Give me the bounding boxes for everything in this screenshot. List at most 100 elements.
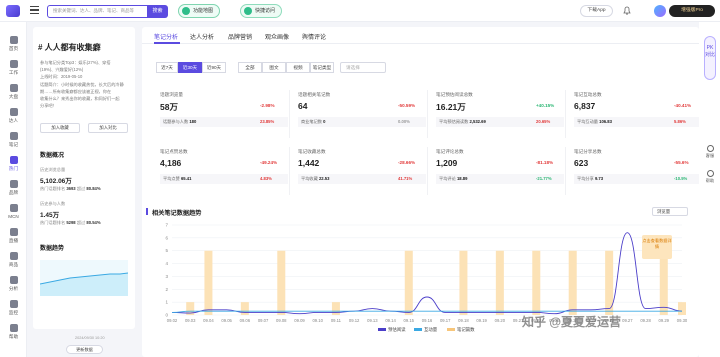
legend-interactions[interactable]: 互动量 (414, 327, 437, 333)
tab-kol-analysis[interactable]: 达人分析 (190, 32, 214, 41)
legend-notes[interactable]: 笔记篇数 (447, 327, 475, 333)
metric-card: 话题浏览量 58万 -2.98% 话题参与人数 180 23.85% (160, 90, 290, 138)
sub-value: 106.83 (599, 119, 612, 124)
type-note[interactable]: 笔记类型 (310, 62, 334, 73)
legend-reads[interactable]: 预估阅读 (378, 327, 406, 333)
menu-icon[interactable] (30, 6, 39, 15)
type-video[interactable]: 视频 (286, 62, 310, 73)
avatar[interactable] (654, 5, 666, 17)
update-time: 2024/09/30 10:20 (75, 336, 105, 340)
group-icon (9, 204, 18, 212)
feature-map-label: 功能地图 (193, 8, 214, 14)
metric-change: -40.41% (674, 103, 692, 108)
watermark: 知乎 @夏夏爱运营 (522, 315, 622, 329)
nav-goods[interactable]: 商品 (0, 252, 27, 268)
nav-label: 大盘 (8, 94, 19, 99)
filter-select[interactable]: 请选择 (340, 62, 386, 73)
nav-brand[interactable]: 品牌 (0, 180, 27, 196)
x-tick-label: 09.08 (276, 318, 287, 323)
help-button[interactable]: 帮助 (703, 170, 717, 184)
tab-notes-analysis[interactable]: 笔记分析 (154, 32, 178, 41)
y-tick-label: 5 (165, 248, 168, 253)
user-icon (9, 108, 18, 116)
nav-label: 商品 (8, 262, 19, 267)
main-panel: 笔记分析 达人分析 品牌营销 观众画像 舆情评论 近7天 近30天 近90天 全… (142, 27, 704, 357)
search-button[interactable]: 搜索 (147, 5, 168, 18)
sub-change: -10.5% (674, 176, 688, 181)
vip-badge[interactable]: 增强版Pro (669, 5, 715, 17)
metric-change: -55.6% (674, 160, 689, 165)
nav-live[interactable]: 直播 (0, 228, 27, 244)
legend-label: 预估阅读 (388, 327, 406, 332)
customer-service-button[interactable]: 客服 (703, 145, 717, 159)
type-image[interactable]: 图文 (262, 62, 286, 73)
topic-meta: (19%)、兴趣爱好(12%) (40, 67, 84, 72)
sparkline-svg (39, 272, 129, 296)
sub-label: 平均预估阅读数 (439, 119, 469, 124)
bar (277, 250, 286, 315)
metric-sub-row: 平均分享 9.73 -10.5% (574, 174, 702, 184)
nav-analysis[interactable]: 分析 (0, 276, 27, 292)
bar (568, 250, 577, 315)
quick-access-button[interactable]: 快捷访问 (240, 4, 283, 18)
views-label: 历史浏览总量 (40, 167, 66, 172)
range-30d[interactable]: 近30天 (178, 62, 202, 73)
metric-sub-row: 平均收藏 22.53 41.71% (298, 174, 426, 184)
beat-value: 80.54% (86, 220, 101, 225)
y-tick-label: 6 (165, 235, 168, 240)
sub-label: 平均点赞 (163, 176, 180, 181)
x-tick-label: 09.11 (331, 318, 342, 323)
trend-sparkline (39, 260, 129, 296)
add-favorite-button[interactable]: 加入收藏 (40, 123, 80, 133)
nav-help[interactable]: 帮助 (0, 324, 27, 340)
bell-icon[interactable] (623, 6, 631, 15)
detail-tag[interactable]: 点击查看数据详情 (642, 235, 672, 259)
tab-bar: 笔记分析 达人分析 品牌营销 观众画像 舆情评论 (142, 27, 699, 44)
sub-value: 22.53 (318, 176, 330, 181)
app-logo[interactable] (6, 5, 20, 17)
type-all[interactable]: 全部 (238, 62, 262, 73)
metric-change: -81.18% (536, 160, 554, 165)
update-data-button[interactable]: 更新数据 (66, 345, 103, 354)
sub-metric: 平均预估阅读数 2,532.69 (439, 119, 486, 125)
x-tick-label: 09.05 (221, 318, 232, 323)
nav-label: 直播 (8, 238, 19, 243)
bar (659, 250, 668, 315)
tab-comments[interactable]: 舆情评论 (302, 32, 326, 41)
range-90d[interactable]: 近90天 (202, 62, 226, 73)
add-compare-button[interactable]: 加入对比 (88, 123, 128, 133)
chart-metric-select[interactable]: 浏览量 (652, 207, 688, 216)
note-icon (9, 132, 18, 140)
pk-compare-button[interactable]: PK 对比 (704, 36, 716, 80)
sub-value: 0 (323, 119, 326, 124)
bag-icon (9, 252, 18, 260)
beat-label: 超过 (76, 220, 86, 225)
home-icon (9, 36, 18, 44)
metric-card: 笔记分享总数 623 -55.6% 平均分享 9.73 -10.5% (574, 147, 704, 195)
metric-sub-row: 平均点赞 65.41 4.83% (160, 174, 288, 184)
feature-map-button[interactable]: 功能地图 (178, 4, 221, 18)
metric-label: 笔记预估阅读总数 (436, 92, 473, 97)
nav-kol[interactable]: 达人 (0, 108, 27, 124)
sub-metric: 平均分享 9.73 (577, 176, 603, 182)
download-app-button[interactable]: 下载App (580, 5, 613, 17)
nav-notes[interactable]: 笔记 (0, 132, 27, 148)
metric-label: 笔记评论总数 (436, 149, 464, 154)
sub-change: 5.86% (674, 119, 686, 124)
metric-value: 16.21万 (436, 102, 466, 112)
x-tick-label: 09.06 (240, 318, 251, 323)
nav-mcn[interactable]: MCN (0, 204, 27, 219)
sub-label: 话题参与人数 (163, 119, 189, 124)
tab-brand-marketing[interactable]: 品牌营销 (228, 32, 252, 41)
nav-monitor[interactable]: 监控 (0, 300, 27, 316)
nav-home[interactable]: 首页 (0, 36, 27, 52)
range-7d[interactable]: 近7天 (156, 62, 178, 73)
topic-intro: 收集什么？来秀出你的收藏，和同好们一起 (40, 96, 120, 101)
nav-market[interactable]: 大盘 (0, 84, 27, 100)
metric-card: 话题相关笔记数 64 -50.59% 商业笔记数 0 0.00% (298, 90, 428, 138)
tab-audience[interactable]: 观众画像 (265, 32, 289, 41)
nav-label: 热门 (8, 166, 19, 171)
quick-access-label: 快捷访问 (255, 8, 276, 14)
nav-hot[interactable]: 热门 (0, 156, 27, 172)
nav-work[interactable]: 工作 (0, 60, 27, 76)
